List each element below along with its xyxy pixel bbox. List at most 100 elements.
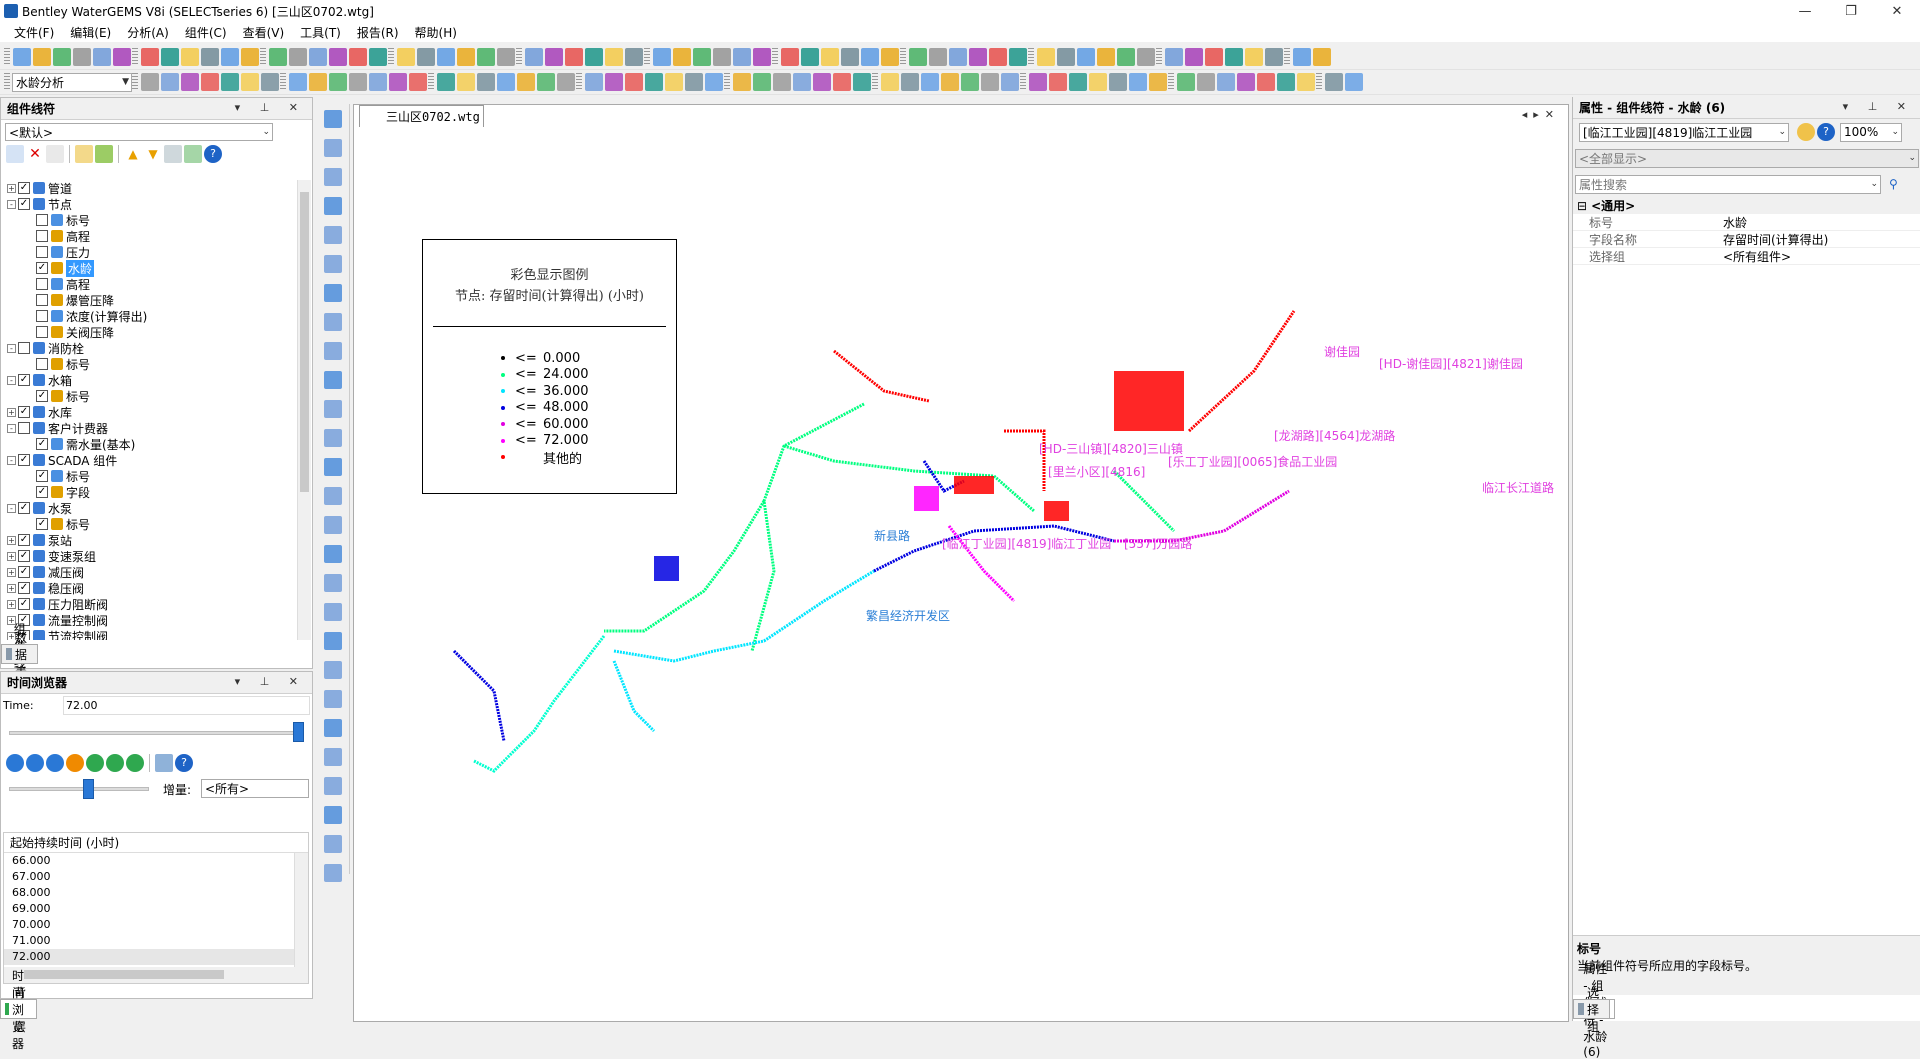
node-cluster[interactable] xyxy=(1114,371,1184,431)
pipe-segment[interactable] xyxy=(612,660,656,733)
pause-icon[interactable] xyxy=(66,754,84,772)
toolbar-grip[interactable] xyxy=(132,48,138,66)
pipe-segment[interactable] xyxy=(473,635,606,773)
toolbar-button-icon[interactable] xyxy=(1205,48,1223,66)
toolbar-button-icon[interactable] xyxy=(565,48,583,66)
toolbar-button-icon[interactable] xyxy=(853,73,871,91)
node-cluster[interactable] xyxy=(1044,501,1069,521)
toolbar-button-icon[interactable] xyxy=(1137,48,1155,66)
section-general[interactable]: ⊟ <通用> xyxy=(1573,197,1920,214)
collapse-icon[interactable]: - xyxy=(7,455,16,465)
menu-report[interactable]: 报告(R) xyxy=(349,24,407,41)
zoom-combo[interactable]: 100% ⌄ xyxy=(1840,122,1902,142)
menu-edit[interactable]: 编辑(E) xyxy=(62,24,119,41)
collapse-icon[interactable]: - xyxy=(7,503,16,513)
toolbar-button-icon[interactable] xyxy=(1257,73,1275,91)
toolbar-button-icon[interactable] xyxy=(497,73,515,91)
tree-item[interactable]: + ✓ 变速泵组 xyxy=(7,548,297,564)
minimize-button[interactable]: — xyxy=(1782,0,1828,22)
panel-pin-close[interactable]: ▾ ⊥ ✕ xyxy=(235,101,306,114)
toolbar-button-icon[interactable] xyxy=(1149,73,1167,91)
tree-item[interactable]: 标号 xyxy=(7,356,297,372)
tree-item[interactable]: 关阀压降 xyxy=(7,324,297,340)
time-list-item[interactable]: 66.000 xyxy=(4,853,308,869)
help-icon[interactable]: ? xyxy=(175,754,193,772)
time-slider-thumb[interactable] xyxy=(293,722,304,742)
toolbar-grip[interactable] xyxy=(1156,48,1162,66)
tree-checkbox[interactable] xyxy=(36,278,48,290)
toolbar-button-icon[interactable] xyxy=(1313,48,1331,66)
toolbar-button-icon[interactable] xyxy=(793,73,811,91)
expand-icon[interactable]: + xyxy=(7,183,16,193)
toolbar-button-icon[interactable] xyxy=(241,48,259,66)
time-list-item[interactable]: 68.000 xyxy=(4,885,308,901)
toolbar-button-icon[interactable] xyxy=(241,73,259,91)
increment-combo[interactable]: <所有> xyxy=(201,779,309,798)
tab-selection-sets[interactable]: 选择组 xyxy=(1573,986,1611,1034)
layout-tool-icon[interactable] xyxy=(324,168,342,186)
tab-document[interactable]: 三山区0702.wtg xyxy=(359,105,484,127)
toolbar-button-icon[interactable] xyxy=(625,48,643,66)
tree-item[interactable]: ✓ 需水量(基本) xyxy=(7,436,297,452)
collapse-icon[interactable]: - xyxy=(7,375,16,385)
toolbar-grip[interactable] xyxy=(260,48,266,66)
toolbar-grip[interactable] xyxy=(644,48,650,66)
toolbar-button-icon[interactable] xyxy=(369,73,387,91)
layout-tool-icon[interactable] xyxy=(324,197,342,215)
pipe-segment[interactable] xyxy=(1004,429,1046,491)
toolbar-button-icon[interactable] xyxy=(1165,48,1183,66)
toolbar-button-icon[interactable] xyxy=(941,73,959,91)
toolbar-button-icon[interactable] xyxy=(545,48,563,66)
toolbar-button-icon[interactable] xyxy=(969,48,987,66)
toolbar-button-icon[interactable] xyxy=(753,73,771,91)
toolbar-button-icon[interactable] xyxy=(309,73,327,91)
toolbar-button-icon[interactable] xyxy=(961,73,979,91)
layout-tool-icon[interactable] xyxy=(324,429,342,447)
toolbar-grip[interactable] xyxy=(724,73,730,91)
element-combo[interactable]: [临江工业园][4819]临江工业园 ⌄ xyxy=(1579,122,1789,142)
toolbar-button-icon[interactable] xyxy=(1097,48,1115,66)
time-slider[interactable] xyxy=(1,716,312,750)
toolbar-button-icon[interactable] xyxy=(921,73,939,91)
doc-nav-buttons[interactable]: ◂▸✕ xyxy=(1522,108,1560,121)
tree-checkbox[interactable]: ✓ xyxy=(36,486,48,498)
layout-tool-icon[interactable] xyxy=(324,603,342,621)
tree-checkbox[interactable] xyxy=(36,310,48,322)
toolbar-button-icon[interactable] xyxy=(269,48,287,66)
pipe-segment[interactable] xyxy=(613,569,875,663)
layout-tool-icon[interactable] xyxy=(324,777,342,795)
tab-time-browser[interactable]: 时间浏览器 xyxy=(0,969,38,1051)
expand-icon[interactable]: + xyxy=(7,407,16,417)
layout-tool-icon[interactable] xyxy=(324,371,342,389)
toolbar-button-icon[interactable] xyxy=(705,73,723,91)
layout-tool-icon[interactable] xyxy=(324,139,342,157)
maximize-button[interactable]: ❐ xyxy=(1828,0,1874,22)
panel-pin-close[interactable]: ▾ ⊥ ✕ xyxy=(1843,100,1914,113)
toolbar-button-icon[interactable] xyxy=(1057,48,1075,66)
toolbar-button-icon[interactable] xyxy=(1177,73,1195,91)
node-cluster[interactable] xyxy=(954,476,994,494)
toolbar-button-icon[interactable] xyxy=(733,48,751,66)
tree-item[interactable]: + ✓ 流量控制阀 xyxy=(7,612,297,628)
step-forward-icon[interactable] xyxy=(106,754,124,772)
toolbar-grip[interactable] xyxy=(388,48,394,66)
toolbar-button-icon[interactable] xyxy=(861,48,879,66)
toolbar-button-icon[interactable] xyxy=(1029,73,1047,91)
toolbar-button-icon[interactable] xyxy=(13,48,31,66)
toolbar-button-icon[interactable] xyxy=(437,48,455,66)
toolbar-grip[interactable] xyxy=(872,73,878,91)
toolbar-button-icon[interactable] xyxy=(909,48,927,66)
play-reverse-icon[interactable] xyxy=(46,754,64,772)
help-icon[interactable]: ? xyxy=(204,145,222,163)
time-list-scrollbar[interactable] xyxy=(294,853,308,967)
layout-tool-icon[interactable] xyxy=(324,342,342,360)
toolbar-button-icon[interactable] xyxy=(261,73,279,91)
expand-icon[interactable]: + xyxy=(7,551,16,561)
toolbar-button-icon[interactable] xyxy=(397,48,415,66)
property-value[interactable]: <所有组件> xyxy=(1723,248,1920,265)
toolbar-button-icon[interactable] xyxy=(1117,48,1135,66)
symbology-default-combo[interactable]: <默认> ⌄ xyxy=(5,123,273,141)
step-back-icon[interactable] xyxy=(26,754,44,772)
tree-checkbox[interactable] xyxy=(36,358,48,370)
pipe-segment[interactable] xyxy=(1112,469,1176,533)
